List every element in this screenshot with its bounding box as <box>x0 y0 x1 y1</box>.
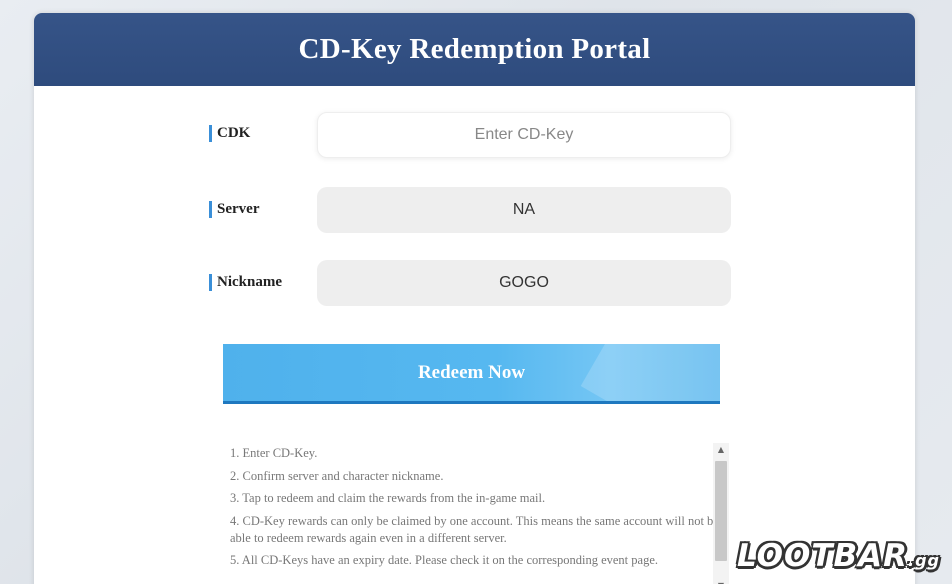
triangle-down-icon[interactable]: ▼ <box>713 579 729 584</box>
lootbar-watermark: LOOTBAR.gg <box>737 538 940 574</box>
portal-header: CD-Key Redemption Portal <box>34 13 915 86</box>
instructions-list: 1. Enter CD-Key. 2. Confirm server and c… <box>230 445 730 584</box>
page-title: CD-Key Redemption Portal <box>298 33 651 65</box>
redemption-panel: CD-Key Redemption Portal CDK Server NA N… <box>34 13 915 584</box>
cdk-field[interactable] <box>317 112 731 158</box>
triangle-up-icon[interactable]: ▲ <box>713 443 729 457</box>
nickname-label: Nickname <box>209 273 282 291</box>
cdk-label: CDK <box>209 124 250 142</box>
nickname-row: Nickname GOGO <box>34 259 915 307</box>
cdk-row: CDK <box>34 110 915 158</box>
redeem-now-label: Redeem Now <box>417 361 526 383</box>
scrollbar-thumb[interactable] <box>715 461 727 561</box>
server-field[interactable]: NA <box>317 187 731 233</box>
redeem-now-button[interactable]: Redeem Now <box>223 344 720 404</box>
instruction-item: 3. Tap to redeem and claim the rewards f… <box>230 491 546 505</box>
instruction-item: 4. CD-Key rewards can only be claimed by… <box>230 513 719 545</box>
nickname-field[interactable]: GOGO <box>317 260 731 306</box>
instruction-item: 5. All CD-Keys have an expiry date. Plea… <box>230 553 658 567</box>
instruction-item: 1. Enter CD-Key. <box>230 446 318 460</box>
watermark-main: LOOTBAR <box>737 538 909 574</box>
server-label: Server <box>209 200 259 218</box>
server-row: Server NA <box>34 186 915 234</box>
watermark-suffix: .gg <box>908 551 940 570</box>
instructions-scrollbar[interactable]: ▲ ▼ <box>713 443 729 584</box>
cdk-input[interactable] <box>318 113 730 157</box>
instruction-item: 2. Confirm server and character nickname… <box>230 468 444 483</box>
